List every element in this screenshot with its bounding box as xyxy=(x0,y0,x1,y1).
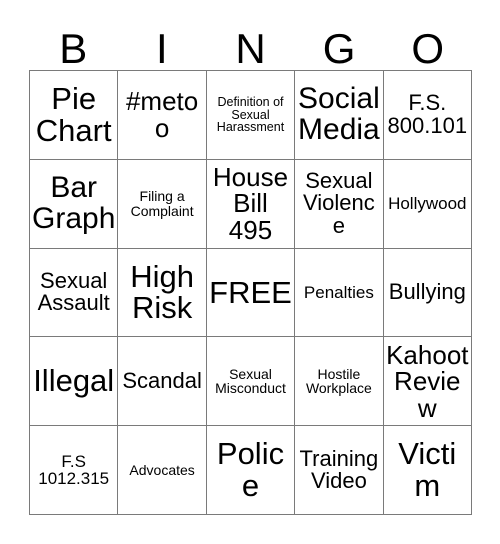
bingo-cell[interactable]: Hollywood xyxy=(383,159,472,249)
bingo-cell-label: Social Media xyxy=(298,82,380,146)
bingo-cell-label: Definition of Sexual Harassment xyxy=(216,94,285,135)
bingo-cell[interactable]: Illegal xyxy=(30,337,119,427)
bingo-cell-label: House Bill 495 xyxy=(212,161,289,245)
bingo-card: B I N G O Pie Chart #metoo Definition of Sexua… xyxy=(0,0,500,544)
bingo-cell-label: FREE xyxy=(209,274,292,310)
bingo-cell-label: High Risk xyxy=(130,258,194,326)
bingo-cell[interactable]: Sexual Misconduct xyxy=(206,337,296,427)
bingo-cell[interactable]: Sexual Assault xyxy=(30,248,119,338)
bingo-cell-label: Kahoot Review xyxy=(386,339,469,423)
bingo-cell[interactable]: Training Video xyxy=(295,426,384,515)
bingo-cell-label: Sexual Assault xyxy=(37,268,110,316)
bingo-cell[interactable]: Bullying xyxy=(383,248,472,338)
bingo-free-space[interactable]: FREE xyxy=(206,248,296,338)
bingo-cell[interactable]: Definition of Sexual Harassment xyxy=(206,71,296,160)
bingo-header-letter: N xyxy=(235,25,266,72)
bingo-cell-label: Illegal xyxy=(33,363,115,399)
bingo-header-letter: I xyxy=(156,25,168,72)
bingo-cell-label: Victim xyxy=(398,436,457,504)
bingo-cell-label: Scandal xyxy=(122,368,202,394)
bingo-cell-label: Bar Graph xyxy=(32,171,116,235)
bingo-cell[interactable]: F.S. 800.101 xyxy=(383,71,472,160)
bingo-cell[interactable]: Pie Chart xyxy=(30,71,119,160)
bingo-cell[interactable]: Police xyxy=(206,426,296,515)
bingo-grid: Pie Chart #metoo Definition of Sexual Hara… xyxy=(29,70,472,515)
bingo-header-letter: G xyxy=(322,25,356,72)
bingo-header-column-2: N xyxy=(206,18,295,70)
bingo-cell[interactable]: F.S 1012.315 xyxy=(30,426,119,515)
bingo-cell-label: Pie Chart xyxy=(35,81,112,148)
bingo-cell[interactable]: Social Media xyxy=(295,71,384,160)
bingo-cell-label: Hostile Workplace xyxy=(305,366,372,397)
bingo-cell-label: Advocates xyxy=(129,461,195,478)
bingo-cell-label: Penalties xyxy=(303,282,374,302)
bingo-cell-label: Sexual Violence xyxy=(303,168,375,238)
bingo-cell[interactable]: Scandal xyxy=(118,337,207,427)
bingo-cell[interactable]: Kahoot Review xyxy=(383,337,472,427)
bingo-cell-label: Sexual Misconduct xyxy=(215,366,286,397)
bingo-cell[interactable]: House Bill 495 xyxy=(206,159,296,249)
bingo-cell-label: Hollywood xyxy=(388,194,467,214)
bingo-cell-label: Bullying xyxy=(388,279,466,305)
bingo-header-letter: O xyxy=(411,25,444,72)
bingo-cell-label: F.S. 800.101 xyxy=(387,90,468,138)
bingo-cell[interactable]: High Risk xyxy=(118,248,207,338)
bingo-cell[interactable]: Filing a Complaint xyxy=(118,159,207,249)
bingo-cell-label: Training Video xyxy=(299,445,379,494)
bingo-cell[interactable]: Hostile Workplace xyxy=(295,337,384,427)
bingo-cell[interactable]: Penalties xyxy=(295,248,384,338)
bingo-cell-label: Police xyxy=(216,436,285,504)
bingo-header-column-4: O xyxy=(383,18,472,70)
bingo-header-column-0: B xyxy=(29,18,118,70)
bingo-cell[interactable]: Bar Graph xyxy=(30,159,119,249)
bingo-cell[interactable]: Sexual Violence xyxy=(295,159,384,249)
bingo-cell-label: F.S 1012.315 xyxy=(38,451,110,489)
bingo-header-column-3: G xyxy=(295,18,384,70)
bingo-cell[interactable]: Victim xyxy=(383,426,472,515)
bingo-cell-label: #metoo xyxy=(125,86,199,143)
bingo-cell[interactable]: #metoo xyxy=(118,71,207,160)
bingo-header-column-1: I xyxy=(118,18,207,70)
bingo-cell[interactable]: Advocates xyxy=(118,426,207,515)
bingo-header-letter: B xyxy=(59,25,88,72)
bingo-cell-label: Filing a Complaint xyxy=(130,188,194,219)
bingo-header: BINGO xyxy=(29,18,472,70)
